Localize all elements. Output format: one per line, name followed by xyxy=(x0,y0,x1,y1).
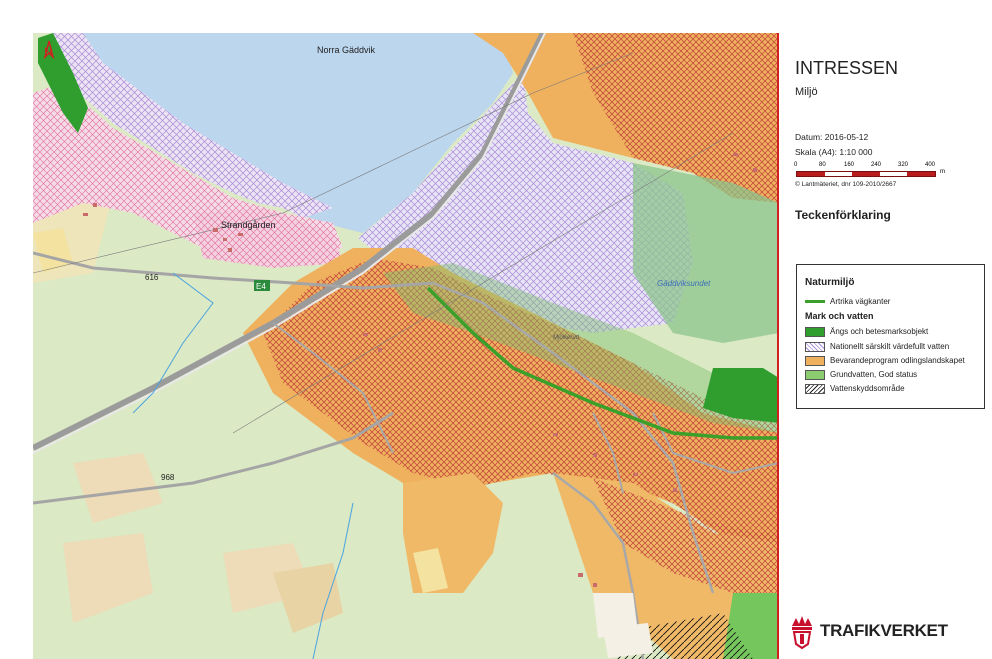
legend-row-vattenskydd: Vattenskyddsområde xyxy=(805,382,905,395)
legend-row-angs: Ängs och betesmarksobjekt xyxy=(805,325,928,338)
legend-item-label: Vattenskyddsområde xyxy=(830,384,905,393)
legend-row-vatten: Nationellt särskilt värdefullt vatten xyxy=(805,340,949,353)
scale-tick-0: 0 xyxy=(794,162,798,168)
vatten-swatch xyxy=(805,341,825,352)
scale-text: Skala (A4): 1:10 000 xyxy=(795,147,873,157)
label-road-968: 968 xyxy=(161,473,175,482)
artrika-line-swatch xyxy=(805,300,825,303)
legend-row-artrika: Artrika vägkanter xyxy=(805,295,890,308)
legend-heading: Teckenförklaring xyxy=(795,208,891,222)
scale-tick-160: 160 xyxy=(844,162,855,168)
trafikverket-logo: TRAFIKVERKET xyxy=(786,612,986,652)
bevarande-swatch xyxy=(805,355,825,366)
page-title: INTRESSEN xyxy=(795,58,899,78)
copyright-text: © Lantmäteriet, dnr 109-2010/2667 xyxy=(795,181,897,188)
logo-text: TRAFIKVERKET xyxy=(820,621,948,640)
scale-tick-400: 400 xyxy=(925,162,936,168)
label-road-616: 616 xyxy=(145,273,159,282)
date-text: Datum: 2016-05-12 xyxy=(795,132,869,142)
map-canvas[interactable]: N E4 Norra Gäddvik Strandgården 616 968 … xyxy=(33,33,779,659)
legend-row-grundvatten: Grundvatten, God status xyxy=(805,368,917,381)
scale-bar: 0 80 160 240 320 400 m xyxy=(794,162,975,182)
legend-item-label: Nationellt särskilt värdefullt vatten xyxy=(830,342,950,351)
label-norra-gaddvik: Norra Gäddvik xyxy=(317,45,376,55)
north-label: N xyxy=(44,46,52,58)
legend-item-label: Grundvatten, God status xyxy=(830,370,918,379)
label-strandgarden: Strandgården xyxy=(221,220,276,230)
angs-swatch xyxy=(805,326,825,337)
map-graphics: N E4 xyxy=(33,33,777,659)
page-subtitle: Miljö xyxy=(795,86,818,98)
legend-item-label: Ängs och betesmarksobjekt xyxy=(830,327,929,336)
vattenskydd-swatch xyxy=(805,383,825,394)
scale-unit: m xyxy=(940,169,945,175)
legend-title: Naturmiljö xyxy=(805,277,855,288)
legend-box: Naturmiljö Artrika vägkanter Mark och va… xyxy=(796,264,985,409)
legend-line-label: Artrika vägkanter xyxy=(830,297,891,306)
legend-item-label: Bevarandeprogram odlingslandskapet xyxy=(830,356,965,365)
scale-tick-80: 80 xyxy=(819,162,826,168)
label-gaddviksundet: Gäddviksundet xyxy=(657,279,711,288)
scale-tick-320: 320 xyxy=(898,162,909,168)
label-mjolkerud: Mjölkerud xyxy=(553,335,580,341)
legend-section: Mark och vatten xyxy=(805,311,874,321)
grundvatten-swatch xyxy=(805,369,825,380)
crown-icon xyxy=(792,616,812,650)
scale-tick-240: 240 xyxy=(871,162,882,168)
e4-road-label: E4 xyxy=(256,282,266,291)
legend-row-bevarande: Bevarandeprogram odlingslandskapet xyxy=(805,354,965,367)
